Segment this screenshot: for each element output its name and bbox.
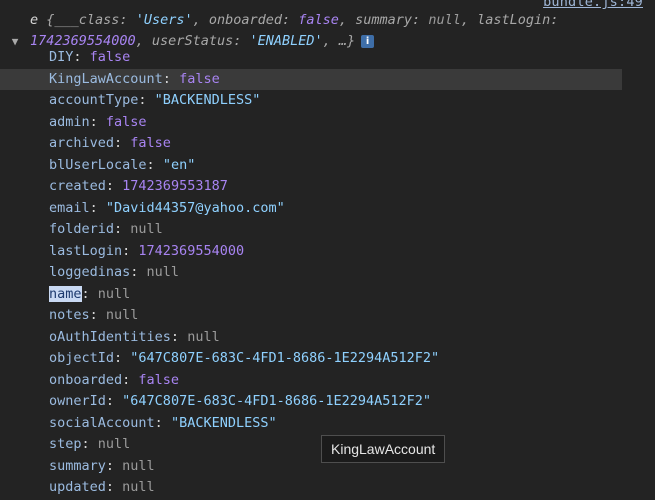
summary-line-1: ▼e {___class: 'Users', onboarded: false,… bbox=[0, 10, 640, 31]
summary-token: , lastLogin: bbox=[460, 12, 559, 28]
property-separator: : bbox=[138, 92, 155, 108]
property-separator: : bbox=[130, 264, 147, 280]
property-separator: : bbox=[73, 49, 90, 65]
property-key[interactable]: notes bbox=[49, 307, 90, 323]
property-value: "647C807E-683C-4FD1-8686-1E2294A512F2" bbox=[122, 393, 432, 409]
property-key[interactable]: objectId bbox=[49, 350, 114, 366]
property-value: "BACKENDLESS" bbox=[154, 92, 261, 108]
property-separator: : bbox=[89, 199, 106, 216]
property-value: 1742369553187 bbox=[122, 178, 228, 194]
property-separator: : bbox=[114, 350, 131, 366]
collapse-triangle-icon[interactable]: ▼ bbox=[0, 10, 30, 31]
property-value: null bbox=[105, 307, 139, 323]
property-value: null bbox=[187, 328, 220, 345]
property-value: 1742369554000 bbox=[138, 242, 245, 259]
property-value: false bbox=[130, 135, 171, 151]
property-separator: : bbox=[162, 70, 180, 87]
property-separator: : bbox=[81, 285, 98, 302]
property-row[interactable]: oAuthIdentities: null bbox=[0, 327, 655, 349]
property-row[interactable]: socialAccount: "BACKENDLESS" bbox=[0, 413, 655, 435]
property-value: false bbox=[138, 371, 180, 388]
property-key[interactable]: name bbox=[49, 285, 82, 302]
property-key[interactable]: loggedinas bbox=[49, 264, 130, 280]
property-key[interactable]: KingLawAccount bbox=[49, 71, 163, 87]
property-row[interactable]: notes: null bbox=[0, 305, 655, 327]
property-row[interactable]: blUserLocale: "en" bbox=[0, 155, 655, 177]
property-separator: : bbox=[146, 156, 163, 173]
property-value: null bbox=[97, 285, 131, 302]
summary-token: null bbox=[428, 12, 461, 28]
property-row[interactable]: KingLawAccount: false bbox=[0, 68, 622, 90]
property-value: "BACKENDLESS" bbox=[170, 414, 277, 431]
property-value: "647C807E-683C-4FD1-8686-1E2294A512F2" bbox=[130, 350, 440, 366]
property-key[interactable]: folderid bbox=[49, 221, 114, 237]
object-summary[interactable]: ▼e {___class: 'Users', onboarded: false,… bbox=[0, 10, 640, 52]
summary-token: , summary: bbox=[338, 12, 429, 28]
property-row[interactable]: accountType: "BACKENDLESS" bbox=[0, 90, 655, 112]
property-separator: : bbox=[170, 328, 188, 345]
property-key[interactable]: ownerId bbox=[49, 393, 106, 409]
property-separator: : bbox=[105, 393, 123, 409]
summary-token: , onboarded: bbox=[192, 12, 299, 28]
property-separator: : bbox=[105, 479, 123, 495]
property-row[interactable]: archived: false bbox=[0, 133, 655, 155]
property-key[interactable]: admin bbox=[49, 114, 90, 130]
property-row[interactable]: admin: false bbox=[0, 112, 655, 134]
property-row[interactable]: email: "David44357@yahoo.com" bbox=[0, 198, 655, 220]
property-value: false bbox=[105, 113, 147, 130]
property-key[interactable]: created bbox=[49, 178, 106, 194]
property-row[interactable]: DIY: false bbox=[0, 47, 655, 69]
property-value: false bbox=[89, 49, 131, 65]
property-row[interactable]: updated: null bbox=[0, 477, 655, 499]
property-key[interactable]: lastLogin bbox=[49, 243, 122, 259]
property-value: null bbox=[122, 479, 155, 495]
property-value: null bbox=[130, 221, 163, 237]
property-key[interactable]: updated bbox=[49, 479, 106, 495]
property-value: "en" bbox=[162, 156, 196, 173]
property-key[interactable]: socialAccount bbox=[49, 415, 155, 431]
property-separator: : bbox=[89, 307, 106, 323]
source-link[interactable]: bundle.js:49 bbox=[543, 0, 643, 10]
property-row[interactable]: loggedinas: null bbox=[0, 262, 655, 284]
property-key[interactable]: accountType bbox=[49, 92, 138, 108]
property-row[interactable]: lastLogin: 1742369554000 bbox=[0, 241, 655, 263]
property-separator: : bbox=[105, 457, 123, 474]
property-key[interactable]: blUserLocale bbox=[49, 157, 147, 173]
property-separator: : bbox=[122, 371, 139, 388]
property-value: false bbox=[179, 70, 220, 87]
property-value: null bbox=[97, 436, 131, 452]
property-key[interactable]: onboarded bbox=[49, 372, 122, 388]
property-value: null bbox=[122, 457, 155, 474]
property-key[interactable]: DIY bbox=[49, 49, 73, 65]
tooltip: KingLawAccount bbox=[321, 435, 446, 463]
object-name: e bbox=[30, 12, 39, 28]
property-row[interactable]: onboarded: false bbox=[0, 370, 655, 392]
property-row[interactable]: ownerId: "647C807E-683C-4FD1-8686-1E2294… bbox=[0, 391, 655, 413]
summary-preview-line-1: {___class: 'Users', onboarded: false, su… bbox=[46, 12, 558, 28]
property-key[interactable]: email bbox=[49, 200, 90, 216]
property-row[interactable]: name: null bbox=[0, 284, 655, 306]
summary-token: false bbox=[298, 12, 339, 28]
property-value: null bbox=[146, 264, 180, 280]
property-key[interactable]: step bbox=[49, 436, 82, 452]
property-row[interactable]: created: 1742369553187 bbox=[0, 176, 655, 198]
property-separator: : bbox=[114, 135, 131, 151]
property-separator: : bbox=[122, 242, 139, 259]
property-separator: : bbox=[114, 221, 131, 237]
property-row[interactable]: objectId: "647C807E-683C-4FD1-8686-1E229… bbox=[0, 348, 655, 370]
property-key[interactable]: summary bbox=[49, 458, 106, 474]
property-list: DIY: false KingLawAccount: false accountTy… bbox=[0, 47, 655, 499]
property-separator: : bbox=[105, 178, 123, 194]
property-separator: : bbox=[81, 436, 98, 452]
summary-token: 'Users' bbox=[135, 12, 193, 28]
property-separator: : bbox=[154, 414, 171, 431]
summary-token: {___class: bbox=[46, 12, 136, 28]
property-value: "David44357@yahoo.com" bbox=[105, 199, 285, 216]
property-key[interactable]: archived bbox=[49, 135, 114, 151]
property-row[interactable]: folderid: null bbox=[0, 219, 655, 241]
property-separator: : bbox=[89, 113, 106, 130]
property-key[interactable]: oAuthIdentities bbox=[49, 329, 171, 345]
